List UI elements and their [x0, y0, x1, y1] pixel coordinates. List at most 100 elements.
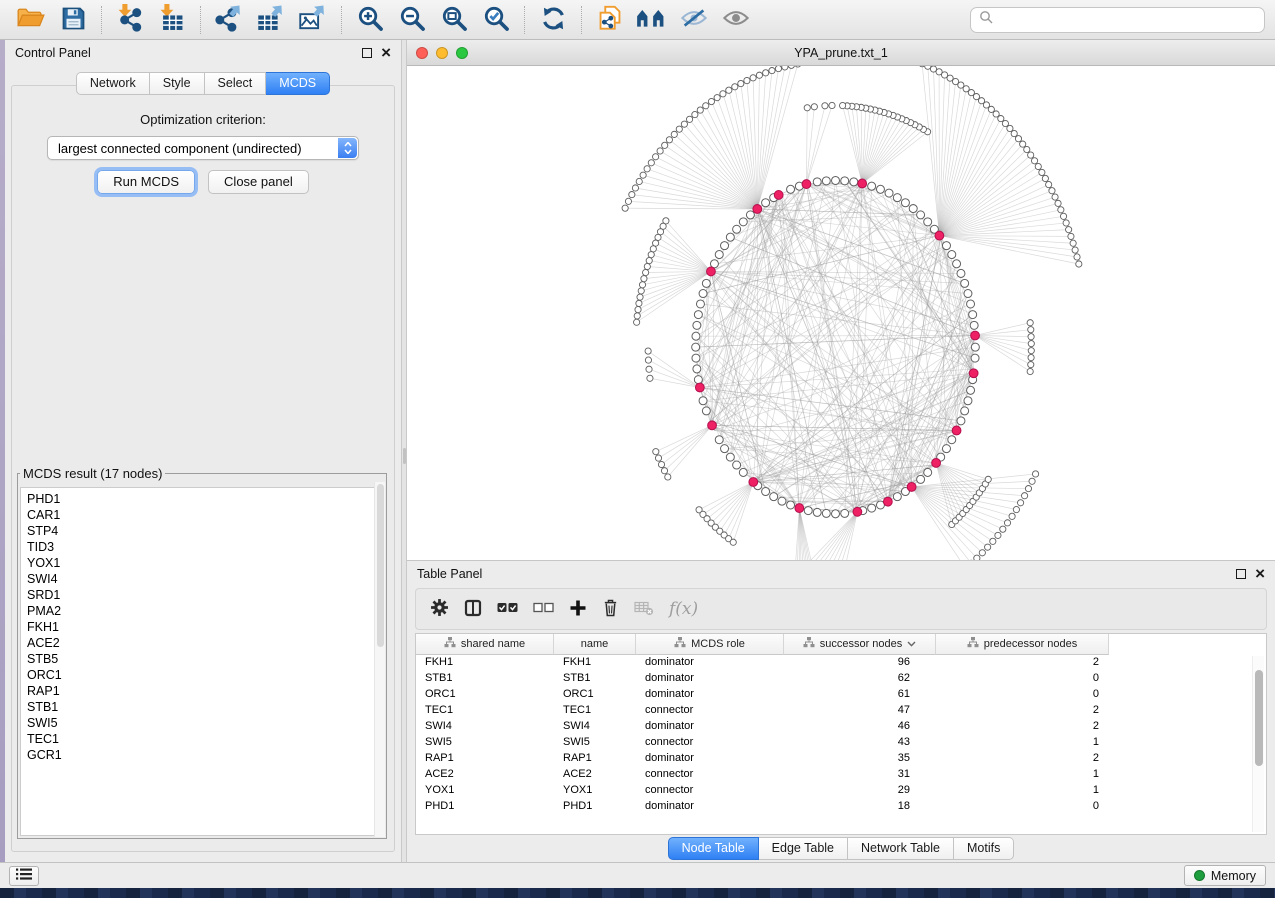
table-row[interactable]: SWI4SWI4dominator462	[416, 719, 1266, 735]
dominator-node[interactable]	[971, 331, 980, 340]
add-entry-button[interactable]	[569, 599, 587, 620]
table-options-button[interactable]	[430, 598, 449, 620]
sort-chevron-icon[interactable]	[907, 638, 916, 650]
cell-name[interactable]: ORC1	[554, 687, 636, 703]
result-node-item[interactable]: SWI5	[27, 715, 383, 731]
table-row[interactable]: STB1STB1dominator620	[416, 671, 1266, 687]
import-network-button[interactable]	[109, 3, 151, 37]
result-node-item[interactable]: STP4	[27, 523, 383, 539]
table-row[interactable]: FKH1FKH1dominator962	[416, 655, 1266, 671]
cell-predecessor_nodes[interactable]: 2	[936, 703, 1109, 719]
criterion-dropdown[interactable]: largest connected component (undirected)	[47, 136, 359, 160]
dominator-node[interactable]	[795, 504, 804, 513]
column-header-shared-name[interactable]: shared name	[416, 634, 554, 655]
select-all-button[interactable]	[497, 601, 518, 617]
zoom-fit-button[interactable]	[433, 3, 475, 37]
open-session-button[interactable]	[10, 3, 52, 37]
table-scrollbar[interactable]	[1252, 656, 1264, 832]
tab-network-table[interactable]: Network Table	[848, 837, 954, 860]
float-table-panel-icon[interactable]	[1236, 569, 1246, 579]
cell-predecessor_nodes[interactable]: 2	[936, 719, 1109, 735]
tab-node-table[interactable]: Node Table	[668, 837, 759, 860]
result-node-item[interactable]: YOX1	[27, 555, 383, 571]
result-node-item[interactable]: TID3	[27, 539, 383, 555]
cell-name[interactable]: FKH1	[554, 655, 636, 671]
dominator-node[interactable]	[707, 267, 716, 276]
cell-mcds_role[interactable]: connector	[636, 703, 784, 719]
import-table-button[interactable]	[151, 3, 193, 37]
export-network-button[interactable]	[208, 3, 250, 37]
result-node-item[interactable]: RAP1	[27, 683, 383, 699]
float-panel-icon[interactable]	[362, 48, 372, 58]
cell-shared_name[interactable]: ACE2	[416, 767, 554, 783]
result-node-item[interactable]: ACE2	[27, 635, 383, 651]
table-row[interactable]: PHD1PHD1dominator180	[416, 799, 1266, 815]
cell-shared_name[interactable]: ORC1	[416, 687, 554, 703]
cell-name[interactable]: STB1	[554, 671, 636, 687]
cell-predecessor_nodes[interactable]: 0	[936, 671, 1109, 687]
result-node-item[interactable]: PHD1	[27, 491, 383, 507]
close-panel-button[interactable]: Close panel	[208, 170, 309, 194]
result-node-item[interactable]: SRD1	[27, 587, 383, 603]
cell-mcds_role[interactable]: connector	[636, 767, 784, 783]
cell-shared_name[interactable]: SWI4	[416, 719, 554, 735]
cell-shared_name[interactable]: PHD1	[416, 799, 554, 815]
cell-shared_name[interactable]: YOX1	[416, 783, 554, 799]
cell-successor_nodes[interactable]: 18	[784, 799, 936, 815]
cell-predecessor_nodes[interactable]: 0	[936, 687, 1109, 703]
first-neighbors-button[interactable]	[631, 3, 673, 37]
delete-entry-button[interactable]	[602, 598, 619, 620]
duplicate-network-button[interactable]	[589, 3, 631, 37]
result-list-scrollbar[interactable]	[374, 482, 385, 837]
tab-style[interactable]: Style	[150, 72, 205, 95]
tab-edge-table[interactable]: Edge Table	[759, 837, 848, 860]
cell-shared_name[interactable]: TEC1	[416, 703, 554, 719]
minimize-window-icon[interactable]	[436, 47, 448, 59]
dominator-node[interactable]	[907, 482, 916, 491]
search-input[interactable]	[999, 12, 1256, 27]
cell-mcds_role[interactable]: dominator	[636, 799, 784, 815]
cell-successor_nodes[interactable]: 62	[784, 671, 936, 687]
dominator-node[interactable]	[753, 205, 762, 214]
export-table-button[interactable]	[250, 3, 292, 37]
table-row[interactable]: SWI5SWI5connector431	[416, 735, 1266, 751]
dominator-node[interactable]	[883, 497, 892, 506]
result-node-item[interactable]: STB1	[27, 699, 383, 715]
cell-mcds_role[interactable]: dominator	[636, 719, 784, 735]
cell-mcds_role[interactable]: dominator	[636, 671, 784, 687]
cell-name[interactable]: ACE2	[554, 767, 636, 783]
cell-mcds_role[interactable]: connector	[636, 735, 784, 751]
cell-mcds_role[interactable]: connector	[636, 783, 784, 799]
cell-shared_name[interactable]: STB1	[416, 671, 554, 687]
task-history-button[interactable]	[9, 866, 39, 886]
dominator-node[interactable]	[708, 421, 717, 430]
cell-mcds_role[interactable]: dominator	[636, 655, 784, 671]
cell-predecessor_nodes[interactable]: 2	[936, 655, 1109, 671]
cell-shared_name[interactable]: RAP1	[416, 751, 554, 767]
zoom-out-button[interactable]	[391, 3, 433, 37]
show-all-button[interactable]	[715, 3, 757, 37]
result-node-item[interactable]: ORC1	[27, 667, 383, 683]
dominator-node[interactable]	[749, 478, 758, 487]
close-table-panel-icon[interactable]: ×	[1255, 569, 1265, 579]
dominator-node[interactable]	[969, 369, 978, 378]
cell-name[interactable]: SWI4	[554, 719, 636, 735]
cell-successor_nodes[interactable]: 47	[784, 703, 936, 719]
cell-name[interactable]: TEC1	[554, 703, 636, 719]
cell-successor_nodes[interactable]: 29	[784, 783, 936, 799]
hide-selected-button[interactable]	[673, 3, 715, 37]
save-session-button[interactable]	[52, 3, 94, 37]
result-node-item[interactable]: FKH1	[27, 619, 383, 635]
zoom-selected-button[interactable]	[475, 3, 517, 37]
cell-predecessor_nodes[interactable]: 1	[936, 767, 1109, 783]
apply-layout-button[interactable]	[532, 3, 574, 37]
dominator-node[interactable]	[858, 179, 867, 188]
column-header-successor-nodes[interactable]: successor nodes	[784, 634, 936, 655]
column-header-predecessor-nodes[interactable]: predecessor nodes	[936, 634, 1109, 655]
cell-name[interactable]: PHD1	[554, 799, 636, 815]
tab-network[interactable]: Network	[76, 72, 150, 95]
dominator-node[interactable]	[952, 426, 961, 435]
run-mcds-button[interactable]: Run MCDS	[97, 170, 195, 194]
tab-select[interactable]: Select	[205, 72, 267, 95]
result-node-item[interactable]: STB5	[27, 651, 383, 667]
